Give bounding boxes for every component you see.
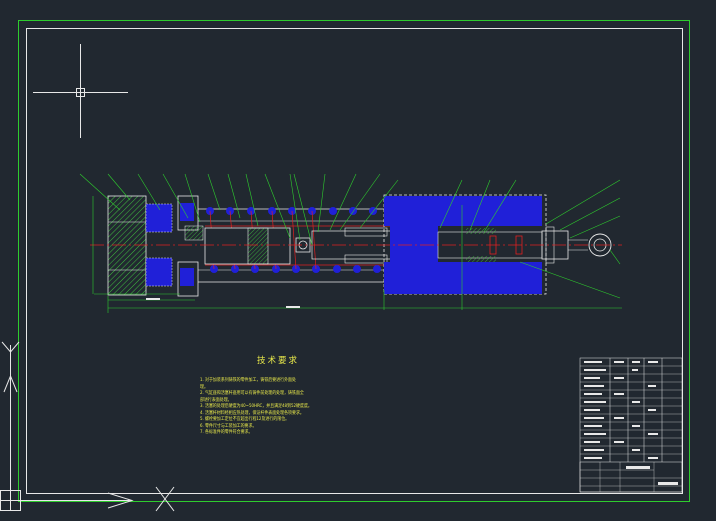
title-block bbox=[579, 357, 683, 493]
cad-drawing-canvas[interactable] bbox=[0, 0, 716, 521]
cylinder-assembly bbox=[79, 173, 622, 313]
notes-title: 技术要求 bbox=[256, 356, 299, 366]
note-line: 7. 各标准件的零件符合要求。 bbox=[200, 430, 253, 435]
technical-requirements: 技术要求 1. 对于加装系列铸铁的零件加工，铸铁后要进行外面处 理。 2. 气缸… bbox=[200, 354, 376, 437]
crosshair-cursor-icon bbox=[33, 44, 128, 138]
end-cap bbox=[107, 195, 147, 296]
